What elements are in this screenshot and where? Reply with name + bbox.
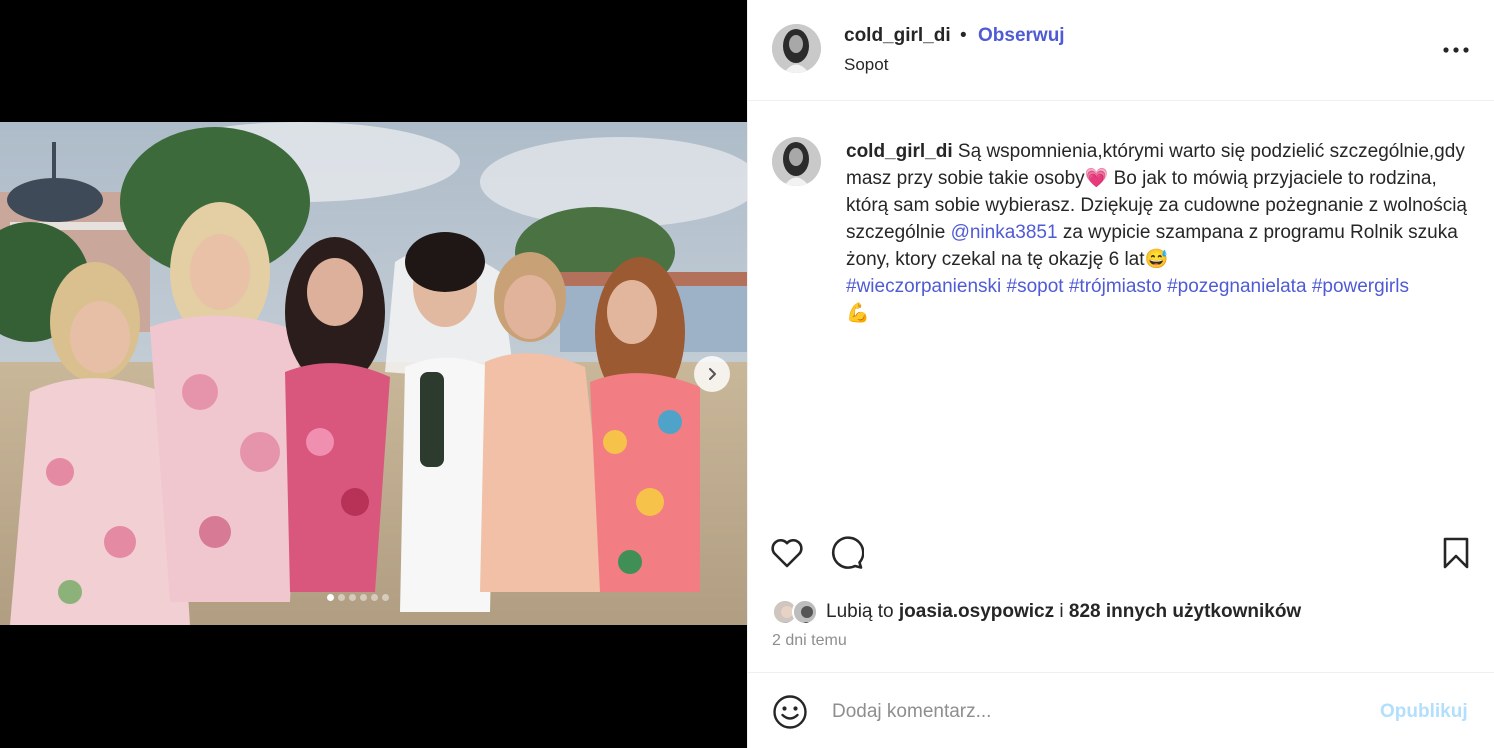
next-photo-button[interactable] — [694, 356, 730, 392]
likes-middle: i — [1054, 601, 1069, 622]
likes-summary: Lubią to joasia.osypowicz i 828 innych u… — [772, 597, 1301, 627]
post-caption: cold_girl_di Są wspomnienia,którymi wart… — [846, 138, 1482, 327]
post-timestamp[interactable]: 2 dni temu — [772, 632, 847, 650]
save-button[interactable] — [1437, 534, 1475, 572]
hashtag-link[interactable]: #trójmiasto — [1069, 276, 1162, 297]
caption-username[interactable]: cold_girl_di — [846, 141, 953, 162]
muscle-emoji: 💪 — [846, 303, 870, 324]
more-options-button[interactable] — [1442, 36, 1470, 64]
carousel-dots — [327, 594, 389, 601]
heart-emoji: 💗 — [1084, 168, 1109, 189]
carousel-dot — [382, 594, 389, 601]
emoji-picker-button[interactable] — [772, 694, 808, 730]
header-separator: • — [960, 25, 967, 46]
comment-input[interactable] — [832, 697, 1352, 727]
post-header: cold_girl_di • Obserwuj Sopot — [748, 0, 1494, 101]
hashtag-link[interactable]: #sopot — [1007, 276, 1064, 297]
post-actions — [771, 534, 1475, 574]
mention-link[interactable]: @ninka3851 — [951, 222, 1058, 243]
comment-icon — [831, 536, 864, 569]
publish-button[interactable]: Opublikuj — [1380, 701, 1468, 723]
hashtag-link[interactable]: #pozegnanielata — [1167, 276, 1306, 297]
carousel-dot-active — [327, 594, 334, 601]
comment-bar: Opublikuj — [748, 672, 1494, 748]
likes-text: Lubią to joasia.osypowicz i 828 innych u… — [826, 601, 1301, 623]
like-button[interactable] — [768, 534, 806, 572]
caption-author-avatar[interactable] — [772, 137, 821, 186]
liker-username[interactable]: joasia.osypowicz — [899, 601, 1054, 622]
post-location[interactable]: Sopot — [844, 55, 888, 75]
carousel-dot — [349, 594, 356, 601]
likes-count-link[interactable]: 828 innych użytkowników — [1069, 601, 1301, 622]
heart-icon — [771, 538, 803, 568]
follow-button[interactable]: Obserwuj — [978, 25, 1065, 47]
bookmark-icon — [1443, 537, 1469, 569]
smiley-icon — [773, 695, 807, 729]
post-photo — [0, 122, 747, 625]
instagram-post-modal: cold_girl_di • Obserwuj Sopot cold_girl_… — [0, 0, 1494, 748]
hashtag-link[interactable]: #wieczorpanienski — [846, 276, 1001, 297]
author-username[interactable]: cold_girl_di — [844, 25, 951, 47]
comment-button[interactable] — [828, 534, 866, 572]
likes-prefix: Lubią to — [826, 601, 899, 622]
post-media — [0, 0, 747, 748]
carousel-dot — [371, 594, 378, 601]
carousel-dot — [360, 594, 367, 601]
more-horizontal-icon — [1443, 47, 1469, 53]
carousel-dot — [338, 594, 345, 601]
liker-avatar[interactable] — [792, 599, 818, 625]
smile-emoji: 😅 — [1144, 249, 1169, 270]
chevron-right-icon — [709, 368, 716, 380]
author-avatar[interactable] — [772, 24, 821, 73]
hashtag-link[interactable]: #powergirls — [1312, 276, 1409, 297]
post-side-panel: cold_girl_di • Obserwuj Sopot cold_girl_… — [747, 0, 1494, 748]
